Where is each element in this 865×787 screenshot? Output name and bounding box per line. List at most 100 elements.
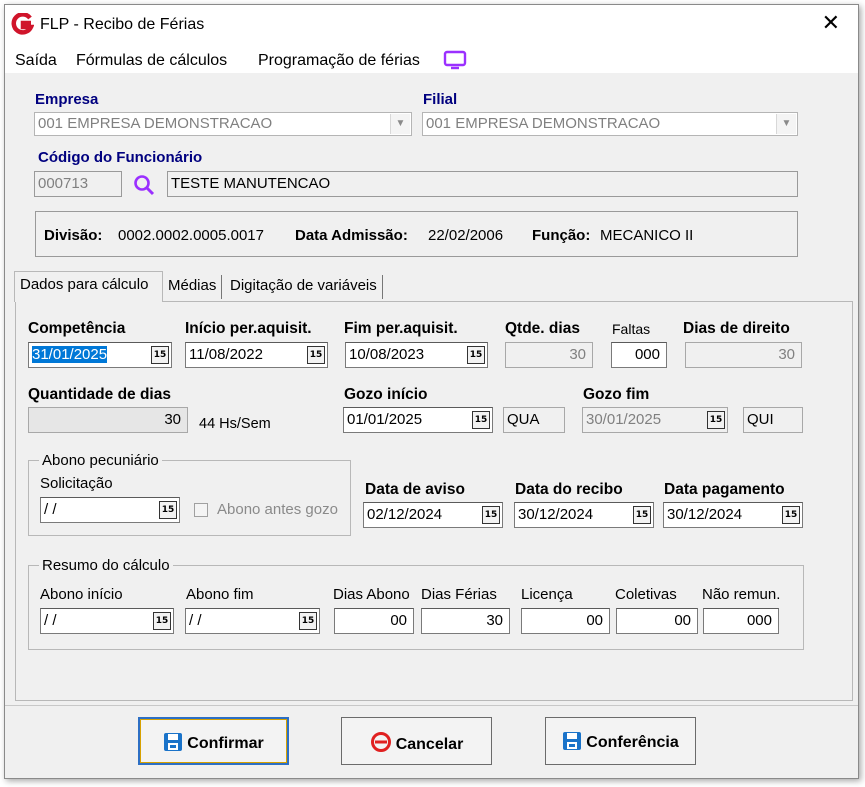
- solicitacao-label: Solicitação: [40, 475, 113, 492]
- dias-direito-field: 30: [685, 342, 802, 368]
- confirmar-button[interactable]: Confirmar: [138, 717, 289, 765]
- dias-ferias-label: Dias Férias: [421, 586, 497, 603]
- data-admissao-value: 22/02/2006: [428, 227, 504, 244]
- conferencia-button[interactable]: Conferência: [545, 717, 696, 765]
- fim-per-aquisit-value: 10/08/2023: [349, 346, 425, 363]
- tab-medias[interactable]: Médias: [163, 275, 223, 299]
- data-recibo-value: 30/12/2024: [518, 506, 594, 523]
- save-icon: [563, 732, 582, 750]
- window-title: FLP - Recibo de Férias: [40, 16, 205, 33]
- inicio-per-aquisit-input[interactable]: 11/08/2022 15: [185, 342, 328, 368]
- divisao-label: Divisão:: [44, 227, 103, 244]
- competencia-label: Competência: [28, 320, 126, 337]
- gozo-inicio-dia-semana: QUA: [503, 407, 565, 433]
- funcionario-info-box: Divisão: 0002.0002.0005.0017 Data Admiss…: [35, 211, 798, 257]
- app-logo-icon: [11, 13, 34, 35]
- quantidade-dias-label: Quantidade de dias: [28, 386, 171, 403]
- calendar-icon[interactable]: 15: [467, 346, 485, 364]
- tab-dados-calculo[interactable]: Dados para cálculo: [14, 271, 163, 302]
- codigo-funcionario-input[interactable]: 000713: [34, 171, 122, 197]
- title-bar: FLP - Recibo de Férias ✕: [5, 5, 858, 43]
- calendar-icon[interactable]: 15: [472, 411, 490, 429]
- fim-per-aquisit-label: Fim per.aquisit.: [344, 320, 458, 337]
- footer-divider: [5, 705, 858, 706]
- filial-value: 001 EMPRESA DEMONSTRACAO: [426, 115, 661, 132]
- tab-digitacao-variaveis[interactable]: Digitação de variáveis: [225, 275, 383, 299]
- nao-remun-field[interactable]: 000: [703, 608, 779, 634]
- gozo-fim-dia-semana: QUI: [743, 407, 803, 433]
- qtde-dias-field: 30: [505, 342, 593, 368]
- dias-abono-label: Dias Abono: [333, 586, 410, 603]
- licenca-field[interactable]: 00: [521, 608, 610, 634]
- chevron-down-icon[interactable]: ▼: [776, 114, 796, 134]
- calendar-icon[interactable]: 15: [633, 506, 651, 524]
- abono-antes-gozo-checkbox[interactable]: [194, 503, 208, 517]
- menu-formulas-calculos[interactable]: Fórmulas de cálculos: [76, 52, 227, 70]
- data-aviso-input[interactable]: 02/12/2024 15: [363, 502, 503, 528]
- monitor-icon[interactable]: [443, 50, 467, 70]
- cancelar-label: Cancelar: [395, 736, 464, 753]
- search-icon[interactable]: [132, 173, 156, 197]
- calendar-icon[interactable]: 15: [153, 612, 171, 630]
- chevron-down-icon[interactable]: ▼: [390, 114, 410, 134]
- faltas-input[interactable]: 000: [611, 342, 667, 368]
- abono-fim-label: Abono fim: [186, 586, 254, 603]
- data-aviso-value: 02/12/2024: [367, 506, 443, 523]
- data-pagamento-label: Data pagamento: [664, 481, 785, 498]
- empresa-label: Empresa: [35, 91, 99, 108]
- qtde-dias-label: Qtde. dias: [505, 320, 580, 337]
- competencia-input[interactable]: 31/01/2025 15: [28, 342, 172, 368]
- menu-saida[interactable]: Saída: [15, 52, 57, 70]
- data-pagamento-input[interactable]: 30/12/2024 15: [663, 502, 803, 528]
- menu-bar: Saída Fórmulas de cálculos Programação d…: [5, 43, 858, 73]
- calendar-icon[interactable]: 15: [782, 506, 800, 524]
- dias-ferias-field[interactable]: 30: [421, 608, 510, 634]
- empresa-select[interactable]: 001 EMPRESA DEMONSTRACAO ▼: [34, 112, 412, 136]
- dias-abono-field[interactable]: 00: [334, 608, 414, 634]
- codigo-funcionario-label: Código do Funcionário: [38, 149, 203, 166]
- gozo-fim-label: Gozo fim: [583, 386, 650, 403]
- abono-inicio-label: Abono início: [40, 586, 123, 603]
- recibo-ferias-window: FLP - Recibo de Férias ✕ Saída Fórmulas …: [4, 4, 859, 779]
- horas-semana-text: 44 Hs/Sem: [199, 416, 271, 432]
- calendar-icon[interactable]: 15: [159, 501, 177, 519]
- coletivas-label: Coletivas: [615, 586, 677, 603]
- calendar-icon[interactable]: 15: [482, 506, 500, 524]
- calendar-icon[interactable]: 15: [307, 346, 325, 364]
- filial-select[interactable]: 001 EMPRESA DEMONSTRACAO ▼: [422, 112, 798, 136]
- confirmar-label: Confirmar: [187, 735, 264, 752]
- abono-fim-input[interactable]: / / 15: [185, 608, 320, 634]
- conferencia-label: Conferência: [586, 734, 679, 751]
- data-pagamento-value: 30/12/2024: [667, 506, 743, 523]
- abono-pecuniario-legend: Abono pecuniário: [39, 452, 162, 469]
- solicitacao-input[interactable]: / / 15: [40, 497, 180, 523]
- gozo-inicio-label: Gozo início: [344, 386, 428, 403]
- nome-funcionario-field: TESTE MANUTENCAO: [167, 171, 798, 197]
- cancelar-button[interactable]: Cancelar: [341, 717, 492, 765]
- solicitacao-value: / /: [44, 501, 57, 518]
- save-icon: [164, 733, 183, 751]
- filial-label: Filial: [423, 91, 458, 108]
- abono-inicio-value: / /: [44, 612, 57, 629]
- abono-fim-value: / /: [189, 612, 202, 629]
- menu-programacao-ferias[interactable]: Programação de férias: [258, 52, 420, 70]
- data-admissao-label: Data Admissão:: [295, 227, 408, 244]
- dias-direito-label: Dias de direito: [683, 320, 790, 337]
- close-icon[interactable]: ✕: [822, 11, 840, 35]
- calendar-icon[interactable]: 15: [299, 612, 317, 630]
- funcao-label: Função:: [532, 227, 591, 244]
- gozo-fim-input[interactable]: 30/01/2025 15: [582, 407, 728, 433]
- gozo-inicio-input[interactable]: 01/01/2025 15: [343, 407, 493, 433]
- abono-inicio-input[interactable]: / / 15: [40, 608, 174, 634]
- abono-antes-gozo-label: Abono antes gozo: [217, 501, 338, 518]
- faltas-label: Faltas: [612, 321, 651, 337]
- calendar-icon[interactable]: 15: [707, 411, 725, 429]
- data-aviso-label: Data de aviso: [365, 481, 465, 498]
- fim-per-aquisit-input[interactable]: 10/08/2023 15: [345, 342, 488, 368]
- licenca-label: Licença: [521, 586, 573, 603]
- gozo-fim-value: 30/01/2025: [586, 411, 662, 428]
- coletivas-field[interactable]: 00: [616, 608, 698, 634]
- calendar-icon[interactable]: 15: [151, 346, 169, 364]
- data-recibo-input[interactable]: 30/12/2024 15: [514, 502, 654, 528]
- competencia-value: 31/01/2025: [32, 346, 108, 363]
